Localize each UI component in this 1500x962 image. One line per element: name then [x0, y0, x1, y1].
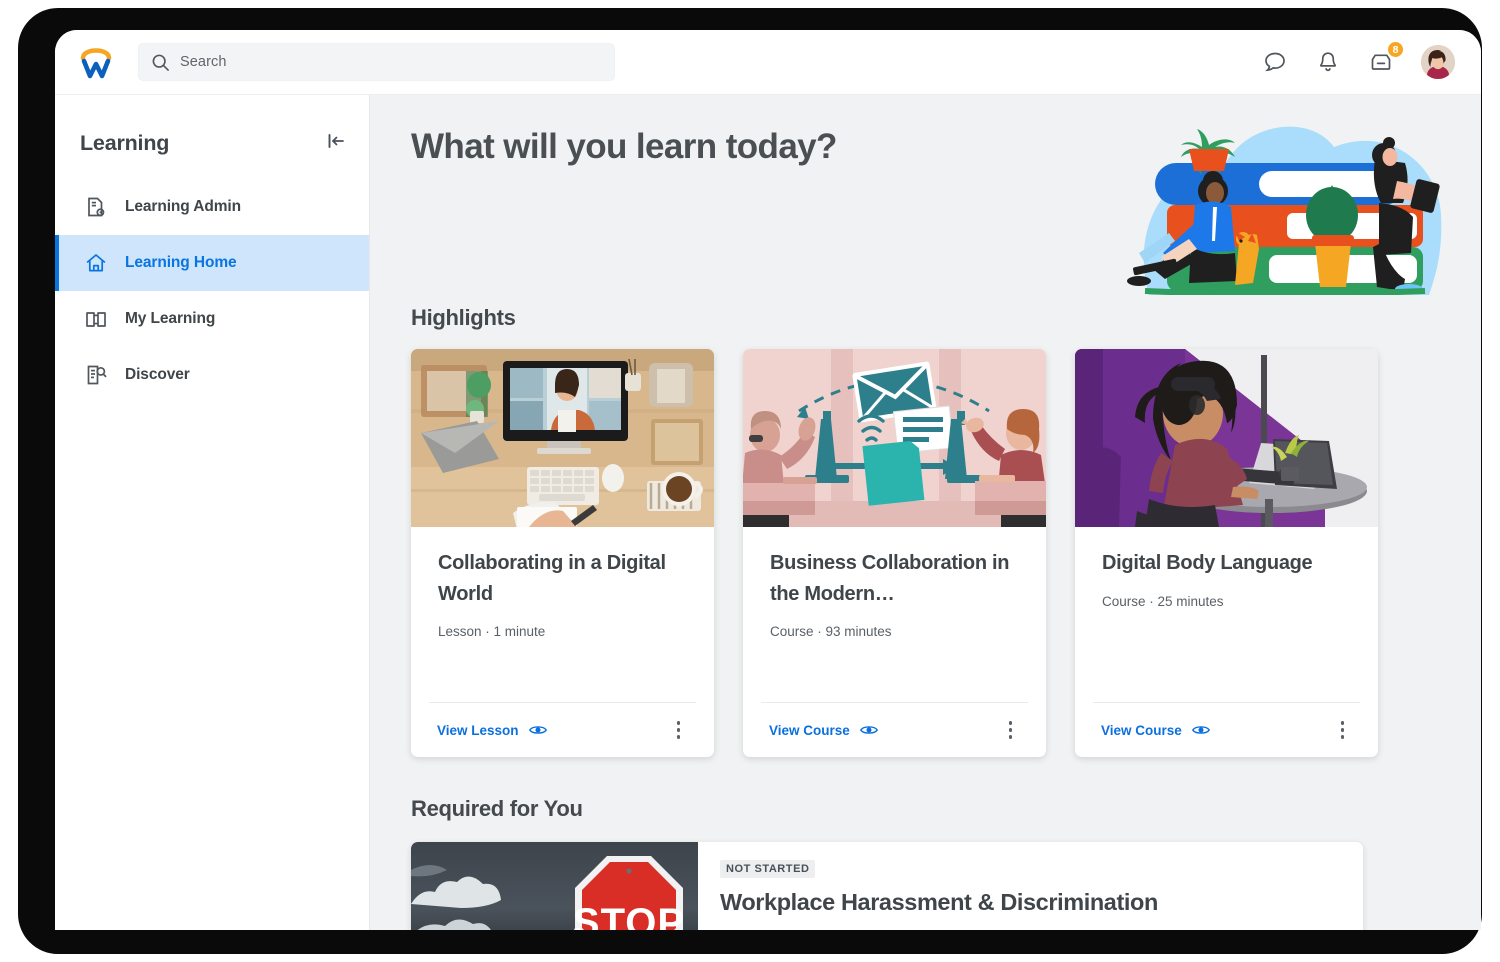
required-course-card[interactable]: STOP NOT STARTED Workplace Harassment & … [411, 842, 1363, 930]
status-badge: NOT STARTED [720, 860, 816, 878]
view-course-link[interactable]: View Course [1101, 723, 1210, 738]
sidebar-item-my-learning[interactable]: My Learning [55, 291, 369, 347]
eye-icon [859, 726, 878, 734]
top-bar-actions: 8 [1262, 40, 1459, 79]
required-course-body: NOT STARTED Workplace Harassment & Discr… [698, 842, 1158, 930]
more-options-icon[interactable] [669, 715, 688, 744]
main-content: What will you learn today? Highlights Co… [370, 95, 1481, 930]
sidebar: Learning Learning Admin Learning Home My… [55, 95, 370, 930]
search-icon [152, 54, 169, 71]
highlights-card-list: Collaborating in a Digital World Lesson … [411, 349, 1481, 763]
sidebar-title: Learning [80, 130, 170, 155]
app-body: Learning Learning Admin Learning Home My… [55, 95, 1481, 930]
eye-icon [1191, 726, 1210, 734]
card-title: Business Collaboration in the Modern… [770, 552, 1010, 605]
card-thumbnail [411, 349, 714, 527]
sidebar-item-label: Discover [125, 366, 190, 383]
workday-logo[interactable] [73, 39, 119, 85]
search-input[interactable]: Search [138, 43, 615, 81]
view-lesson-link[interactable]: View Lesson [437, 723, 547, 738]
sidebar-item-label: Learning Home [125, 254, 237, 271]
highlight-card[interactable]: Business Collaboration in the Modern… Co… [743, 349, 1046, 757]
sidebar-header: Learning [55, 101, 369, 163]
card-footer: View Course [1093, 702, 1360, 757]
card-thumbnail [743, 349, 1046, 527]
sidebar-item-discover[interactable]: Discover [55, 347, 369, 403]
sidebar-item-label: Learning Admin [125, 198, 242, 215]
card-title: Digital Body Language [1102, 552, 1313, 574]
card-title: Collaborating in a Digital World [438, 552, 666, 605]
card-meta: Course · 25 minutes [1102, 593, 1224, 609]
sidebar-item-label: My Learning [125, 310, 216, 327]
open-book-icon [86, 312, 106, 327]
home-icon [86, 254, 106, 272]
avatar[interactable] [1421, 45, 1455, 79]
required-course-title: Workplace Harassment & Discrimination [720, 889, 1158, 915]
document-search-icon [87, 365, 107, 385]
learning-illustration [1127, 126, 1442, 295]
highlight-card[interactable]: Collaborating in a Digital World Lesson … [411, 349, 714, 757]
card-body: Business Collaboration in the Modern… Co… [743, 527, 1046, 702]
highlight-card[interactable]: Digital Body Language Course · 25 minute… [1075, 349, 1378, 757]
sidebar-item-learning-admin[interactable]: Learning Admin [55, 179, 369, 235]
document-gear-icon [88, 197, 105, 217]
search-placeholder: Search [180, 54, 227, 70]
required-course-thumbnail: STOP [411, 842, 698, 930]
card-body: Collaborating in a Digital World Lesson … [411, 527, 714, 702]
collapse-panel-icon[interactable] [325, 130, 347, 157]
page-title: What will you learn today? [411, 127, 837, 166]
sidebar-item-learning-home[interactable]: Learning Home [55, 235, 369, 291]
notifications-bell-icon[interactable] [1315, 49, 1341, 75]
more-options-icon[interactable] [1001, 715, 1020, 744]
card-body: Digital Body Language Course · 25 minute… [1075, 527, 1378, 702]
highlights-section-title: Highlights [411, 305, 516, 330]
card-footer: View Lesson [429, 702, 696, 757]
required-section-title: Required for You [411, 796, 583, 821]
view-lesson-label: View Lesson [437, 722, 519, 738]
sidebar-nav-list: Learning Admin Learning Home My Learning… [55, 179, 369, 403]
view-course-label: View Course [769, 722, 850, 738]
card-thumbnail [1075, 349, 1378, 527]
eye-icon [528, 726, 547, 734]
chat-icon[interactable] [1262, 49, 1288, 75]
svg-text:STOP: STOP [573, 901, 685, 930]
app-window: Search 8 Learning Learning Admin Learnin… [55, 30, 1481, 930]
top-navigation-bar: Search 8 [55, 30, 1481, 95]
card-meta: Course · 93 minutes [770, 624, 892, 640]
card-meta: Lesson · 1 minute [438, 624, 546, 640]
inbox-badge-count: 8 [1386, 40, 1405, 59]
view-course-label: View Course [1101, 722, 1182, 738]
more-options-icon[interactable] [1333, 715, 1352, 744]
view-course-link[interactable]: View Course [769, 723, 878, 738]
device-frame: Search 8 Learning Learning Admin Learnin… [18, 8, 1482, 954]
inbox-icon[interactable]: 8 [1368, 40, 1405, 75]
card-footer: View Course [761, 702, 1028, 757]
hero-banner: What will you learn today? [370, 95, 1481, 305]
